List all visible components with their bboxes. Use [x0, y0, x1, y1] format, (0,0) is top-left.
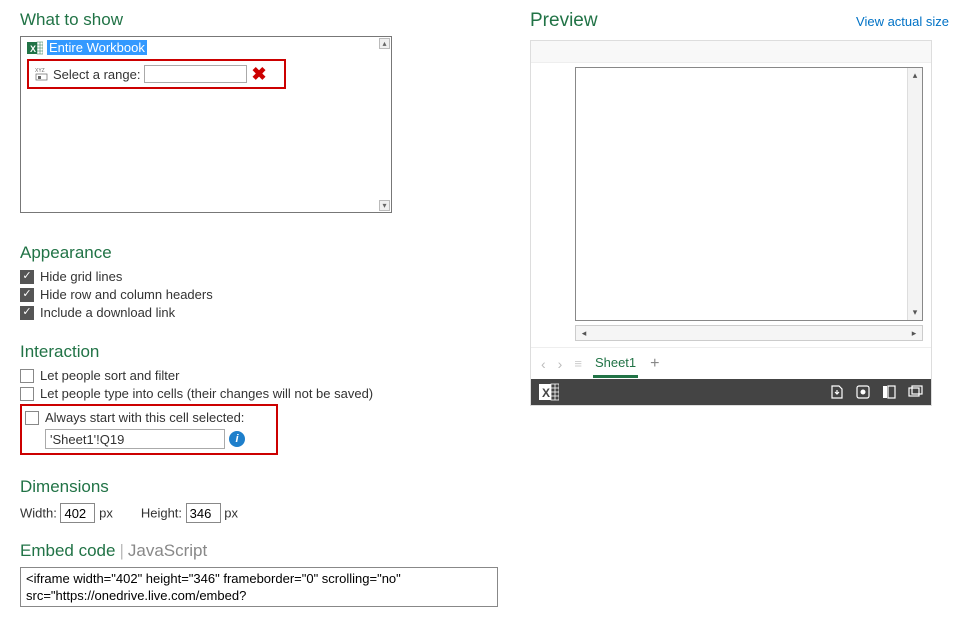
- height-unit: px: [224, 506, 238, 521]
- download-icon[interactable]: [829, 384, 845, 400]
- info-status-icon[interactable]: [855, 384, 871, 400]
- download-link-checkbox[interactable]: ✓: [20, 306, 34, 320]
- width-unit: px: [99, 506, 113, 521]
- entire-workbook-label: Entire Workbook: [47, 40, 147, 55]
- type-cells-checkbox[interactable]: [20, 387, 34, 401]
- embed-title-row: Embed code|JavaScript: [20, 541, 500, 561]
- scroll-down-icon[interactable]: ▾: [908, 305, 922, 320]
- preview-statusbar: X: [531, 379, 931, 405]
- select-range-input[interactable]: [144, 65, 247, 83]
- entire-workbook-item[interactable]: X Entire Workbook: [21, 37, 391, 57]
- svg-text:XYZ: XYZ: [35, 68, 45, 74]
- excel-icon: X: [27, 41, 43, 55]
- add-sheet-icon[interactable]: +: [650, 355, 659, 373]
- sort-filter-checkbox[interactable]: [20, 369, 34, 383]
- appearance-title: Appearance: [20, 243, 500, 263]
- scroll-up-icon[interactable]: ▴: [379, 38, 390, 49]
- select-range-highlight: XYZ Select a range: ✖: [27, 59, 286, 89]
- download-link-label: Include a download link: [40, 305, 175, 320]
- height-input[interactable]: [186, 503, 221, 523]
- select-range-label: Select a range:: [53, 67, 140, 82]
- hide-headers-checkbox[interactable]: ✓: [20, 288, 34, 302]
- comments-icon[interactable]: [881, 384, 897, 400]
- dimensions-title: Dimensions: [20, 477, 500, 497]
- preview-grid-area[interactable]: ▴ ▾: [575, 67, 923, 321]
- hide-grid-checkbox[interactable]: ✓: [20, 270, 34, 284]
- range-error-icon: ✖: [251, 67, 266, 81]
- scroll-left-icon[interactable]: ◂: [576, 328, 592, 339]
- width-label: Width:: [20, 506, 57, 521]
- scroll-down-icon[interactable]: ▾: [379, 200, 390, 211]
- scroll-up-icon[interactable]: ▴: [908, 68, 922, 83]
- sheet-tabs-row: ‹ › ≡ Sheet1 +: [531, 347, 931, 379]
- embed-code-label[interactable]: Embed code: [20, 541, 115, 560]
- prev-sheet-icon[interactable]: ‹: [541, 356, 546, 372]
- preview-title: Preview: [530, 10, 598, 32]
- next-sheet-icon[interactable]: ›: [558, 356, 563, 372]
- scroll-right-icon[interactable]: ▸: [906, 328, 922, 339]
- width-input[interactable]: [60, 503, 95, 523]
- svg-text:X: X: [30, 44, 36, 54]
- svg-text:X: X: [542, 386, 550, 400]
- preview-horizontal-scrollbar[interactable]: ◂ ▸: [575, 325, 923, 341]
- all-sheets-icon[interactable]: ≡: [574, 356, 581, 371]
- what-to-show-box: ▴ ▾ X Entire Workbook XYZ: [20, 36, 392, 213]
- start-cell-checkbox[interactable]: [25, 411, 39, 425]
- type-cells-label: Let people type into cells (their change…: [40, 386, 373, 401]
- preview-vertical-scrollbar[interactable]: ▴ ▾: [907, 68, 922, 320]
- javascript-label[interactable]: JavaScript: [128, 541, 207, 560]
- sort-filter-label: Let people sort and filter: [40, 368, 179, 383]
- range-icon: XYZ: [35, 67, 49, 81]
- interaction-title: Interaction: [20, 342, 500, 362]
- sheet-tab-sheet1[interactable]: Sheet1: [593, 349, 638, 378]
- excel-app-icon[interactable]: X: [539, 383, 559, 401]
- preview-frame: ▴ ▾ ◂ ▸ ‹ › ≡ Sheet1 + X: [530, 40, 932, 406]
- hide-grid-label: Hide grid lines: [40, 269, 122, 284]
- fullscreen-icon[interactable]: [907, 384, 923, 400]
- start-cell-label: Always start with this cell selected:: [45, 410, 244, 425]
- view-actual-size-link[interactable]: View actual size: [856, 14, 949, 29]
- height-label: Height:: [141, 506, 182, 521]
- preview-top-strip: [531, 41, 931, 63]
- info-icon[interactable]: i: [229, 431, 245, 447]
- what-to-show-title: What to show: [20, 10, 500, 30]
- hide-headers-label: Hide row and column headers: [40, 287, 213, 302]
- start-cell-input[interactable]: [45, 429, 225, 449]
- start-cell-highlight: Always start with this cell selected: i: [20, 404, 278, 455]
- embed-code-textarea[interactable]: [20, 567, 498, 607]
